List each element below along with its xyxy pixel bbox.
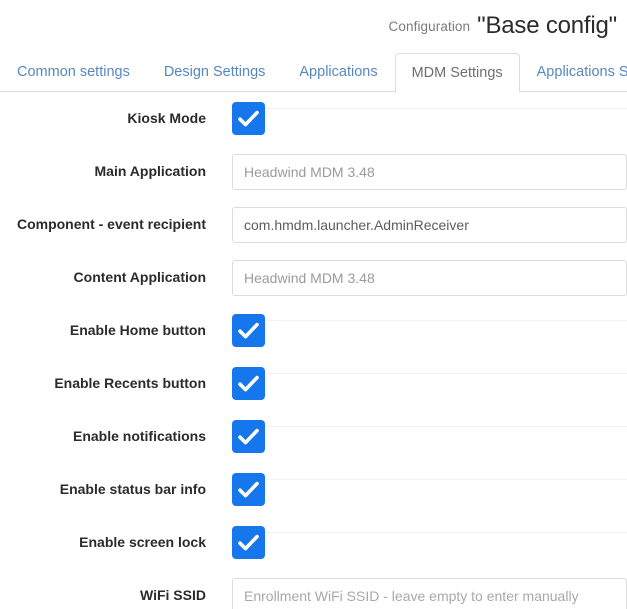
checkbox-enable-status-bar-info[interactable] xyxy=(232,473,265,506)
label-enable-screen-lock: Enable screen lock xyxy=(79,534,206,551)
checkbox-enable-notifications[interactable] xyxy=(232,420,265,453)
tab-applications[interactable]: Applications xyxy=(282,53,394,92)
label-main-application: Main Application xyxy=(94,163,206,180)
checkbox-enable-recents-button[interactable] xyxy=(232,367,265,400)
page-header: Configuration "Base config" xyxy=(0,0,627,52)
form-row-enable-notifications: Enable notifications xyxy=(0,410,627,463)
form-row-enable-status-bar-info: Enable status bar info xyxy=(0,463,627,516)
control-wrap-enable-home-button xyxy=(222,314,627,347)
input-main-application[interactable] xyxy=(232,153,627,190)
page-title: "Base config" xyxy=(477,12,617,39)
input-content-application[interactable] xyxy=(232,259,627,296)
label-content-application: Content Application xyxy=(73,269,206,286)
control-wrap-component-event-recipient xyxy=(222,206,627,243)
control-wrap-content-application xyxy=(222,259,627,296)
configuration-page: Configuration "Base config" Common setti… xyxy=(0,0,627,609)
tab-label: Design Settings xyxy=(163,64,266,81)
label-enable-notifications: Enable notifications xyxy=(72,428,206,445)
tab-label: MDM Settings xyxy=(411,64,503,81)
row-hairline xyxy=(230,479,627,480)
control-wrap-wifi-ssid xyxy=(222,577,627,609)
control-wrap-kiosk-mode xyxy=(222,102,627,135)
label-enable-recents-button: Enable Recents button xyxy=(54,375,206,392)
label-wifi-ssid: WiFi SSID xyxy=(140,587,206,604)
control-wrap-enable-status-bar-info xyxy=(222,473,627,506)
form-row-enable-screen-lock: Enable screen lock xyxy=(0,516,627,569)
tab-label: Applications Settings xyxy=(536,64,627,81)
control-wrap-main-application xyxy=(222,153,627,190)
control-wrap-enable-recents-button xyxy=(222,367,627,400)
label-enable-status-bar-info: Enable status bar info xyxy=(59,481,206,498)
input-wifi-ssid[interactable] xyxy=(232,577,627,609)
form-row-component-event-recipient: Component - event recipient xyxy=(0,198,627,251)
form-row-enable-home-button: Enable Home button xyxy=(0,304,627,357)
form-row-enable-recents-button: Enable Recents button xyxy=(0,357,627,410)
tab-common-settings[interactable]: Common settings xyxy=(0,53,147,92)
label-component-event-recipient: Component - event recipient xyxy=(16,216,206,233)
checkbox-kiosk-mode[interactable] xyxy=(232,102,265,135)
row-hairline xyxy=(230,373,627,374)
checkbox-enable-home-button[interactable] xyxy=(232,314,265,347)
header-prefix-label: Configuration xyxy=(388,18,471,34)
row-hairline xyxy=(230,426,627,427)
control-wrap-enable-notifications xyxy=(222,420,627,453)
tab-design-settings[interactable]: Design Settings xyxy=(147,53,283,92)
row-hairline xyxy=(230,108,627,109)
input-component-event-recipient[interactable] xyxy=(232,206,627,243)
control-wrap-enable-screen-lock xyxy=(222,526,627,559)
form-row-main-application: Main Application xyxy=(0,145,627,198)
tab-bar: Common settings Design Settings Applicatio… xyxy=(0,52,627,93)
label-enable-home-button: Enable Home button xyxy=(69,322,206,339)
form-row-kiosk-mode: Kiosk Mode xyxy=(0,92,627,145)
tab-label: Applications xyxy=(299,64,378,81)
form-row-content-application: Content Application xyxy=(0,251,627,304)
checkbox-enable-screen-lock[interactable] xyxy=(232,526,265,559)
tab-applications-settings[interactable]: Applications Settings xyxy=(520,53,627,92)
settings-form: Kiosk Mode Main Application Component - ev… xyxy=(0,92,627,609)
label-kiosk-mode: Kiosk Mode xyxy=(127,110,206,127)
row-hairline xyxy=(230,532,627,533)
tab-label: Common settings xyxy=(17,64,130,81)
form-row-wifi-ssid: WiFi SSID xyxy=(0,569,627,609)
tab-mdm-settings[interactable]: MDM Settings xyxy=(394,53,520,93)
row-hairline xyxy=(230,320,627,321)
